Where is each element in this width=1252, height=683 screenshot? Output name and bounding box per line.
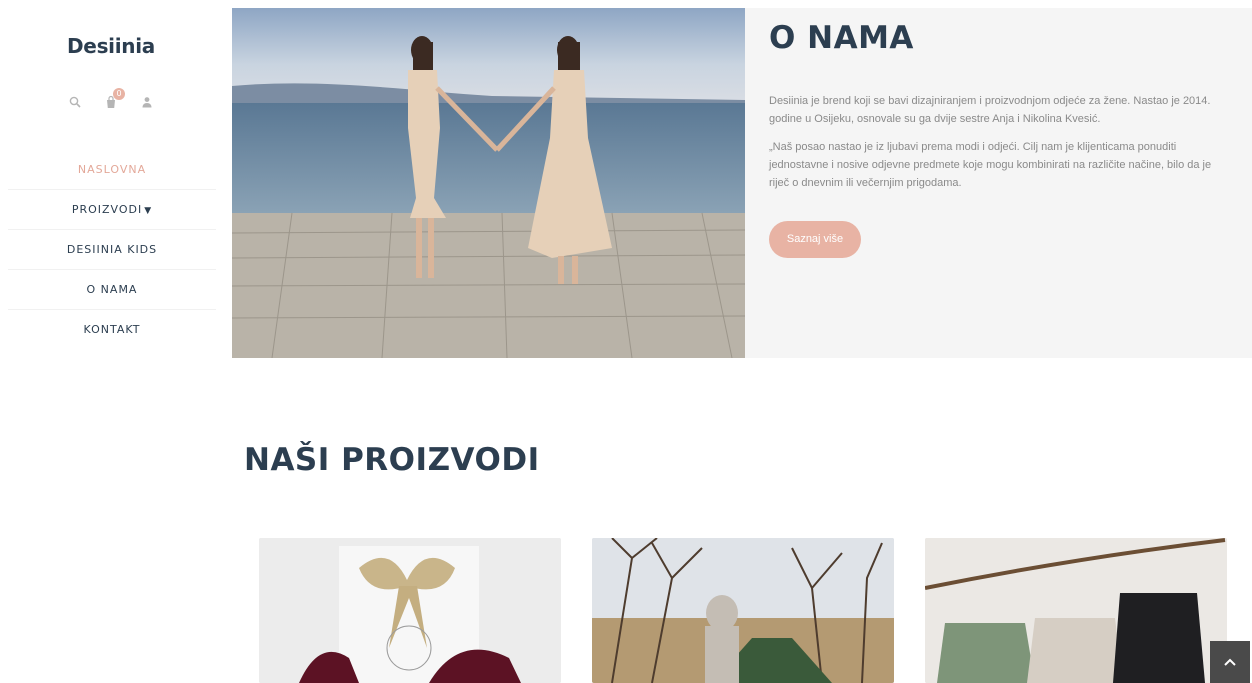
search-icon[interactable] — [67, 94, 83, 110]
cart-button[interactable]: 0 — [103, 88, 125, 110]
header-icons: 0 — [0, 88, 222, 110]
arrow-up-icon — [1224, 658, 1236, 666]
nav-item-kontakt[interactable]: KONTAKT — [8, 310, 216, 350]
about-paragraph-2: „Naš posao nastao je iz ljubavi prema mo… — [769, 141, 1212, 189]
hero-photo — [232, 8, 745, 358]
product-card[interactable] — [925, 538, 1227, 683]
nav-item-proizvodi[interactable]: PROIZVODI ▼ — [8, 190, 216, 230]
user-icon[interactable] — [139, 94, 155, 110]
about-section: O NAMA Desiinia je brend koji se bavi di… — [745, 8, 1252, 358]
chevron-down-icon: ▼ — [144, 206, 153, 216]
products-title: NAŠI PROIZVODI — [244, 442, 540, 478]
sidebar: Desiinia 0 NASLOVNA PROIZVODI ▼ DESIINIA … — [0, 0, 222, 683]
nav-item-naslovna[interactable]: NASLOVNA — [8, 150, 216, 190]
main-nav: NASLOVNA PROIZVODI ▼ DESIINIA KIDS O NAMA… — [8, 150, 216, 350]
learn-more-button[interactable]: Saznaj više — [769, 221, 861, 258]
product-card[interactable] — [259, 538, 561, 683]
nav-item-desiinia-kids[interactable]: DESIINIA KIDS — [8, 230, 216, 270]
scroll-to-top-button[interactable] — [1210, 641, 1250, 683]
cart-count-badge: 0 — [113, 88, 125, 100]
about-title: O NAMA — [769, 20, 914, 56]
about-paragraph-1: Desiinia je brend koji se bavi dizajnira… — [769, 95, 1211, 125]
nav-item-o-nama[interactable]: O NAMA — [8, 270, 216, 310]
brand-logo[interactable]: Desiinia — [0, 34, 222, 58]
product-card[interactable] — [592, 538, 894, 683]
